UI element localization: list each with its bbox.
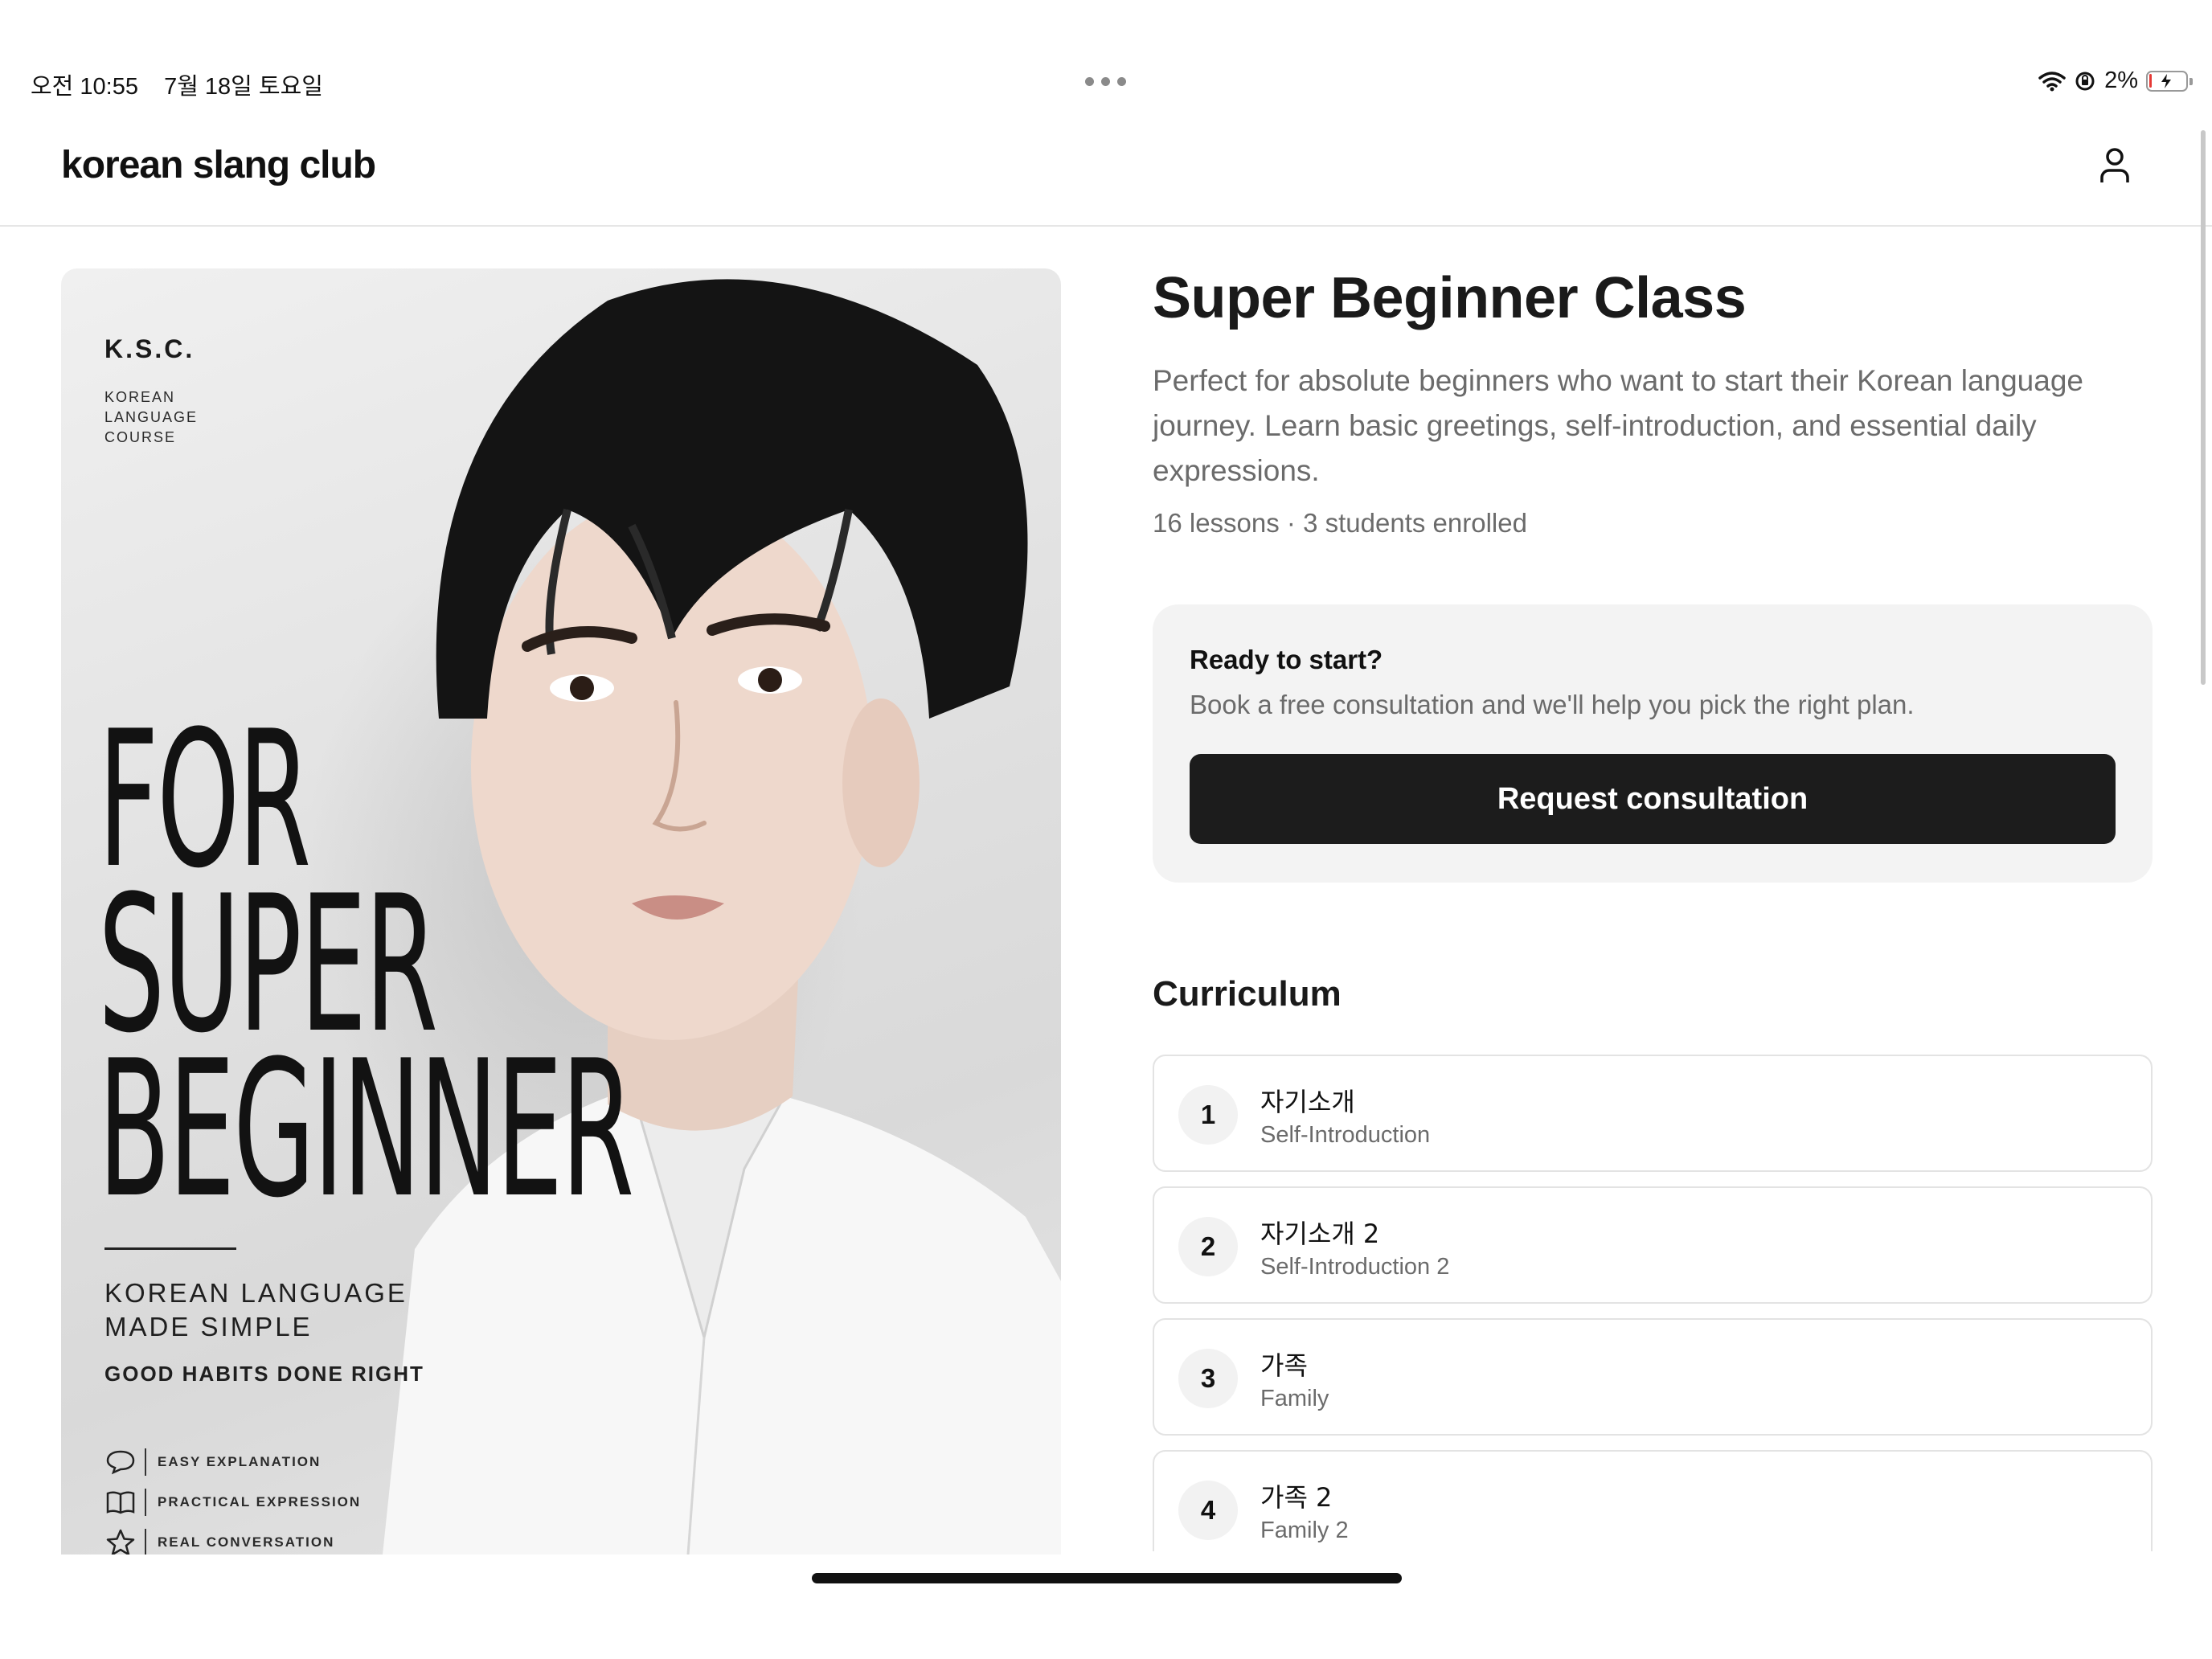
wifi-icon (2038, 71, 2066, 91)
lesson-number: 1 (1178, 1085, 1238, 1145)
battery-icon (2146, 70, 2193, 92)
cover-feature-list: EASY EXPLANATION PRACTICAL EXPRESSION RE… (104, 1442, 361, 1555)
request-consultation-button[interactable]: Request consultation (1190, 754, 2116, 844)
course-description: Perfect for absolute beginners who want … (1153, 364, 2083, 487)
app-header: korean slang club (0, 113, 2212, 227)
status-datetime: 오전 10:55 7월 18일 토요일 (31, 68, 323, 101)
curriculum-heading: Curriculum (1153, 974, 1342, 1014)
course-cover-image: K.S.C. KOREAN LANGUAGE COURSE FOR SUPER … (61, 268, 1061, 1555)
consultation-card: Ready to start? Book a free consultation… (1153, 604, 2153, 883)
person-icon (2100, 148, 2129, 182)
lesson-title-korean: 가족 2 (1260, 1482, 1333, 1513)
orientation-lock-icon (2075, 72, 2095, 90)
cover-feature: PRACTICAL EXPRESSION (104, 1482, 361, 1522)
lesson-title-english: Self-Introduction (1260, 1122, 1431, 1148)
consultation-heading: Ready to start? (1190, 645, 1383, 674)
lesson-title-english: Family 2 (1260, 1518, 1349, 1543)
cover-habit-line: GOOD HABITS DONE RIGHT (104, 1362, 424, 1386)
star-icon (104, 1528, 137, 1555)
cover-feature: REAL CONVERSATION (104, 1522, 361, 1555)
page: 오전 10:55 7월 18일 토요일 2% korean slang club… (0, 0, 2212, 1659)
lesson-item-2[interactable]: 2 자기소개 2 Self-Introduction 2 (1153, 1186, 2153, 1304)
cover-title: FOR SUPER BEGINNER (98, 691, 634, 1239)
status-date: 7월 18일 토요일 (164, 74, 323, 100)
cover-tagline: KOREAN LANGUAGE MADE SIMPLE (104, 1278, 408, 1342)
lesson-title-korean: 가족 (1260, 1350, 1308, 1381)
multitasking-dots-icon[interactable] (1085, 77, 1126, 86)
open-book-icon (104, 1488, 137, 1517)
status-bar: 오전 10:55 7월 18일 토요일 2% (0, 0, 2212, 113)
lesson-item-3[interactable]: 3 가족 Family (1153, 1318, 2153, 1436)
home-indicator[interactable] (812, 1573, 1402, 1583)
lesson-item-4[interactable]: 4 가족 2 Family 2 (1153, 1450, 2153, 1551)
course-title: Super Beginner Class (1153, 266, 1747, 330)
cover-badge-lines: KOREAN LANGUAGE COURSE (104, 389, 199, 445)
status-time: 오전 10:55 (31, 74, 138, 100)
status-indicators: 2% (2038, 68, 2193, 94)
lesson-title-korean: 자기소개 (1260, 1087, 1355, 1117)
lesson-number: 3 (1178, 1349, 1238, 1408)
lesson-number: 4 (1178, 1481, 1238, 1540)
page-scrollbar[interactable] (2201, 130, 2206, 685)
curriculum-list: 1 자기소개 Self-Introduction 2 자기소개 2 Self-I… (1153, 1055, 2153, 1551)
lesson-number: 2 (1178, 1217, 1238, 1276)
lesson-title-english: Self-Introduction 2 (1260, 1254, 1450, 1280)
lesson-title-korean: 자기소개 2 (1260, 1219, 1380, 1249)
consultation-subtext: Book a free consultation and we'll help … (1190, 690, 1915, 719)
lesson-item-1[interactable]: 1 자기소개 Self-Introduction (1153, 1055, 2153, 1172)
cover-divider (104, 1247, 236, 1250)
lesson-title-english: Family (1260, 1386, 1329, 1411)
brand-logo-text[interactable]: korean slang club (61, 143, 376, 187)
battery-percent: 2% (2104, 68, 2138, 93)
cover-badge: K.S.C. (104, 334, 195, 363)
course-meta: 16 lessons · 3 students enrolled (1153, 508, 1527, 538)
speech-bubble-icon (104, 1448, 137, 1477)
profile-button[interactable] (2096, 145, 2133, 186)
cover-feature: EASY EXPLANATION (104, 1442, 361, 1482)
